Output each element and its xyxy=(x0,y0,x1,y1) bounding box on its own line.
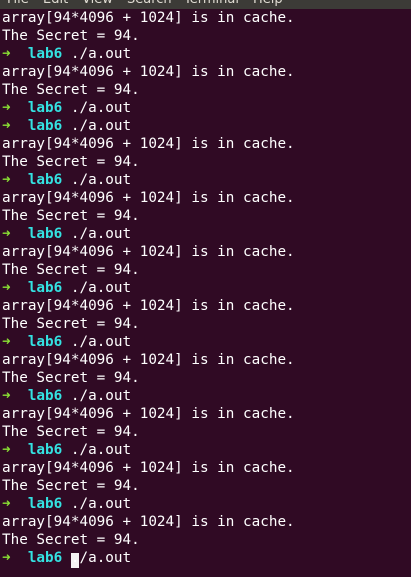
prompt-arrow-icon: ➜ xyxy=(2,100,11,116)
prompt-arrow-icon: ➜ xyxy=(2,280,11,296)
output-line-secret: The Secret = 94. xyxy=(2,478,140,494)
output-line-cache: array[94*4096 + 1024] is in cache. xyxy=(2,460,295,476)
output-line-cache: array[94*4096 + 1024] is in cache. xyxy=(2,244,295,260)
prompt-directory: lab6 xyxy=(27,100,63,116)
output-line-cache: array[94*4096 + 1024] is in cache. xyxy=(2,64,295,80)
prompt-directory: lab6 xyxy=(27,280,63,296)
prompt-line: ➜ lab6 ./a.out xyxy=(2,387,131,405)
output-line-cache: array[94*4096 + 1024] is in cache. xyxy=(2,406,295,422)
output-line-secret: The Secret = 94. xyxy=(2,154,140,170)
prompt-directory: lab6 xyxy=(27,496,63,512)
prompt-directory: lab6 xyxy=(27,118,63,134)
prompt-command: ./a.out xyxy=(70,172,132,188)
output-line-secret: The Secret = 94. xyxy=(2,82,140,98)
prompt-line: ➜ lab6 ./a.out xyxy=(2,549,132,568)
prompt-arrow-icon: ➜ xyxy=(2,388,11,404)
menu-help[interactable]: Help xyxy=(253,0,283,8)
prompt-command: ./a.out xyxy=(70,100,132,116)
prompt-arrow-icon: ➜ xyxy=(2,46,11,62)
menu-file[interactable]: File xyxy=(7,0,29,8)
output-line-cache: array[94*4096 + 1024] is in cache. xyxy=(2,136,295,152)
menu-terminal[interactable]: Terminal xyxy=(184,0,239,8)
output-line-secret: The Secret = 94. xyxy=(2,532,140,548)
output-line-secret: The Secret = 94. xyxy=(2,28,140,44)
prompt-directory: lab6 xyxy=(27,46,63,62)
output-line-cache: array[94*4096 + 1024] is in cache. xyxy=(2,352,295,368)
prompt-command: ./a.out xyxy=(70,442,132,458)
terminal-output[interactable]: array[94*4096 + 1024] is in cache. The Se… xyxy=(0,9,411,577)
output-line-cache: array[94*4096 + 1024] is in cache. xyxy=(2,514,295,530)
prompt-directory: lab6 xyxy=(27,442,63,458)
output-line-cache: array[94*4096 + 1024] is in cache. xyxy=(2,10,295,26)
prompt-directory: lab6 xyxy=(27,550,63,566)
prompt-command: ./a.out xyxy=(70,280,132,296)
menu-bar: File Edit View Search Terminal Help xyxy=(0,0,411,9)
prompt-line: ➜ lab6 ./a.out xyxy=(2,45,131,63)
prompt-command: ./a.out xyxy=(70,496,132,512)
prompt-directory: lab6 xyxy=(27,226,63,242)
prompt-command: ./a.out xyxy=(70,388,132,404)
prompt-command: ./a.out xyxy=(70,334,132,350)
prompt-line: ➜ lab6 ./a.out xyxy=(2,225,131,243)
prompt-arrow-icon: ➜ xyxy=(2,172,11,188)
output-line-secret: The Secret = 94. xyxy=(2,262,140,278)
prompt-line: ➜ lab6 ./a.out xyxy=(2,117,131,135)
prompt-arrow-icon: ➜ xyxy=(2,550,11,566)
output-line-secret: The Secret = 94. xyxy=(2,208,140,224)
prompt-line: ➜ lab6 ./a.out xyxy=(2,495,131,513)
output-line-cache: array[94*4096 + 1024] is in cache. xyxy=(2,190,295,206)
prompt-arrow-icon: ➜ xyxy=(2,496,11,512)
prompt-line: ➜ lab6 ./a.out xyxy=(2,333,131,351)
menu-edit[interactable]: Edit xyxy=(43,0,68,8)
prompt-line: ➜ lab6 ./a.out xyxy=(2,99,131,117)
output-line-secret: The Secret = 94. xyxy=(2,370,140,386)
output-line-secret: The Secret = 94. xyxy=(2,424,140,440)
output-line-secret: The Secret = 94. xyxy=(2,316,140,332)
prompt-command: ./a.out xyxy=(70,46,132,62)
prompt-line: ➜ lab6 ./a.out xyxy=(2,171,131,189)
prompt-directory: lab6 xyxy=(27,334,63,350)
output-line-cache: array[94*4096 + 1024] is in cache. xyxy=(2,298,295,314)
menu-search[interactable]: Search xyxy=(127,0,172,8)
prompt-command: ./a.out xyxy=(70,226,132,242)
prompt-directory: lab6 xyxy=(27,172,63,188)
prompt-arrow-icon: ➜ xyxy=(2,118,11,134)
prompt-command: ./a.out xyxy=(70,118,132,134)
prompt-arrow-icon: ➜ xyxy=(2,442,11,458)
menu-view[interactable]: View xyxy=(82,0,113,8)
prompt-line: ➜ lab6 ./a.out xyxy=(2,441,131,459)
prompt-directory: lab6 xyxy=(27,388,63,404)
prompt-command: ./a.out xyxy=(70,550,132,568)
prompt-arrow-icon: ➜ xyxy=(2,226,11,242)
prompt-arrow-icon: ➜ xyxy=(2,334,11,350)
prompt-line: ➜ lab6 ./a.out xyxy=(2,279,131,297)
text-cursor xyxy=(70,553,79,568)
